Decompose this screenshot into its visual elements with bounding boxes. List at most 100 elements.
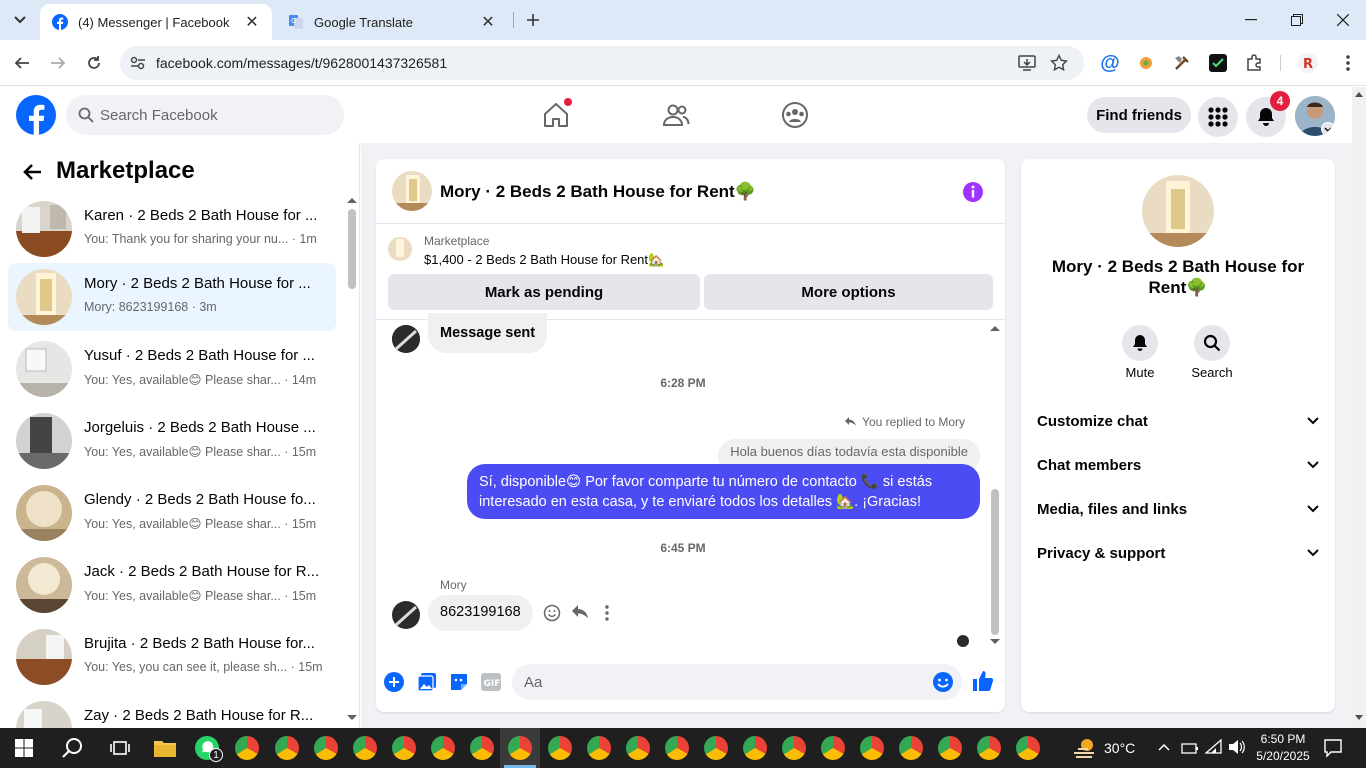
- chat-title[interactable]: Mory · 2 Beds 2 Bath House for Rent🌳: [440, 182, 756, 202]
- menu-grid-button[interactable]: [1198, 97, 1238, 137]
- sender-avatar[interactable]: [392, 601, 420, 629]
- chrome-profile-icon[interactable]: [548, 736, 572, 760]
- chrome-menu-kebab-icon[interactable]: [1332, 47, 1364, 79]
- chrome-profile-icon[interactable]: [626, 736, 650, 760]
- search-facebook-input[interactable]: Search Facebook: [66, 95, 344, 135]
- site-settings-icon[interactable]: [130, 56, 146, 70]
- chrome-profile-icon[interactable]: [977, 736, 1001, 760]
- list-scroll-up-icon[interactable]: [347, 197, 357, 203]
- more-options-button[interactable]: More options: [704, 274, 993, 310]
- restore-window-icon[interactable]: [1274, 0, 1320, 40]
- at-sign-extension-icon[interactable]: @: [1094, 47, 1126, 79]
- close-tab-icon[interactable]: ✕: [480, 12, 496, 32]
- conversation-item[interactable]: Jack · 2 Beds 2 Bath House for R... You:…: [8, 551, 336, 619]
- attach-photo-icon[interactable]: [417, 672, 437, 692]
- conversation-item[interactable]: Jorgeluis · 2 Beds 2 Bath House ... You:…: [8, 407, 336, 475]
- clock[interactable]: 6:50 PM 5/20/2025: [1252, 731, 1314, 765]
- chrome-profile-icon[interactable]: [782, 736, 806, 760]
- conversation-item-selected[interactable]: Mory · 2 Beds 2 Bath House for ... Mory:…: [8, 263, 336, 331]
- install-app-icon[interactable]: [1018, 54, 1036, 72]
- new-tab-plus-icon[interactable]: [510, 0, 556, 40]
- chrome-icon[interactable]: [821, 736, 845, 760]
- groups-nav-icon[interactable]: [777, 97, 813, 133]
- emoji-picker-icon[interactable]: [932, 671, 954, 693]
- checkmark-extension-icon[interactable]: [1202, 47, 1234, 79]
- gif-icon[interactable]: GIF: [480, 672, 502, 692]
- chat-scroll-up-icon[interactable]: [990, 325, 1000, 331]
- tab-google-translate[interactable]: G Google Translate ✕: [276, 4, 508, 40]
- chrome-profile-icon[interactable]: [587, 736, 611, 760]
- chrome-profile-icon[interactable]: [275, 736, 299, 760]
- gear-extension-icon[interactable]: [1130, 47, 1162, 79]
- sender-avatar[interactable]: [392, 325, 420, 353]
- chrome-profile-icon[interactable]: [353, 736, 377, 760]
- profile-avatar-icon[interactable]: R: [1292, 47, 1324, 79]
- media-files-links-section[interactable]: Media, files and links: [1037, 497, 1319, 521]
- weather-icon[interactable]: [1072, 737, 1098, 759]
- chat-members-section[interactable]: Chat members: [1037, 453, 1319, 477]
- page-scrollbar[interactable]: [1352, 87, 1366, 728]
- incoming-message-bubble[interactable]: 8623199168: [428, 595, 533, 631]
- chrome-profile-icon[interactable]: [470, 736, 494, 760]
- chrome-profile-icon[interactable]: [938, 736, 962, 760]
- chat-info-avatar[interactable]: [1142, 175, 1214, 247]
- reply-icon[interactable]: [571, 604, 589, 620]
- chat-avatar[interactable]: [392, 171, 432, 211]
- back-arrow-icon[interactable]: [6, 47, 38, 79]
- chrome-profile-active-icon[interactable]: [508, 736, 532, 760]
- extensions-puzzle-icon[interactable]: [1238, 47, 1270, 79]
- find-friends-button[interactable]: Find friends: [1087, 97, 1191, 133]
- notifications-button[interactable]: 4: [1246, 91, 1290, 137]
- privacy-support-section[interactable]: Privacy & support: [1037, 541, 1319, 565]
- file-explorer-icon[interactable]: [153, 737, 177, 759]
- message-input[interactable]: Aa: [512, 664, 962, 700]
- chrome-profile-icon[interactable]: [314, 736, 338, 760]
- tools-extension-icon[interactable]: [1166, 47, 1198, 79]
- list-scrollbar-thumb[interactable]: [348, 209, 356, 289]
- list-scroll-down-icon[interactable]: [347, 715, 357, 721]
- more-kebab-icon[interactable]: [605, 605, 609, 621]
- conversation-info-icon[interactable]: [962, 181, 984, 203]
- weather-temperature[interactable]: 30°C: [1104, 740, 1135, 756]
- account-chevron-down-icon[interactable]: [1321, 122, 1335, 136]
- tab-search-chevron-icon[interactable]: [0, 0, 40, 40]
- close-window-icon[interactable]: [1320, 0, 1366, 40]
- address-bar[interactable]: facebook.com/messages/t/9628001437326581: [120, 46, 1084, 80]
- chrome-profile-icon[interactable]: [899, 736, 923, 760]
- sticker-icon[interactable]: [449, 672, 469, 692]
- task-view-icon[interactable]: [110, 739, 130, 757]
- thumbs-up-like-icon[interactable]: [972, 670, 994, 692]
- reload-icon[interactable]: [78, 47, 110, 79]
- chat-scrollbar-thumb[interactable]: [991, 489, 999, 635]
- windows-start-icon[interactable]: [15, 739, 33, 757]
- wifi-icon[interactable]: [1205, 739, 1223, 755]
- back-arrow-icon[interactable]: [22, 163, 42, 181]
- minimize-window-icon[interactable]: [1228, 0, 1274, 40]
- more-actions-plus-icon[interactable]: [384, 672, 404, 692]
- show-hidden-icons-chevron-up-icon[interactable]: [1158, 743, 1170, 751]
- notifications-center-icon[interactable]: [1323, 738, 1343, 758]
- listing-title[interactable]: $1,400 - 2 Beds 2 Bath House for Rent🏡: [424, 252, 664, 268]
- chrome-profile-icon[interactable]: [235, 736, 259, 760]
- bookmark-star-icon[interactable]: [1050, 54, 1068, 72]
- conversation-item[interactable]: Yusuf · 2 Beds 2 Bath House for ... You:…: [8, 335, 336, 403]
- conversation-item[interactable]: Glendy · 2 Beds 2 Bath House fo... You: …: [8, 479, 336, 547]
- account-avatar[interactable]: [1295, 96, 1335, 136]
- battery-plug-icon[interactable]: [1181, 740, 1199, 756]
- mute-button[interactable]: [1122, 325, 1158, 361]
- chrome-profile-icon[interactable]: [860, 736, 884, 760]
- close-tab-icon[interactable]: ✕: [244, 12, 260, 32]
- conversation-item[interactable]: Brujita · 2 Beds 2 Bath House for... You…: [8, 623, 336, 691]
- mark-as-pending-button[interactable]: Mark as pending: [388, 274, 700, 310]
- chrome-profile-icon[interactable]: [392, 736, 416, 760]
- home-nav-icon[interactable]: [538, 97, 574, 133]
- chrome-profile-icon[interactable]: [1016, 736, 1040, 760]
- forward-arrow-icon[interactable]: [42, 47, 74, 79]
- chrome-profile-icon[interactable]: [704, 736, 728, 760]
- outgoing-message-bubble[interactable]: Sí, disponible😊 Por favor comparte tu nú…: [467, 464, 980, 519]
- customize-chat-section[interactable]: Customize chat: [1037, 409, 1319, 433]
- volume-icon[interactable]: [1228, 739, 1246, 755]
- search-in-conversation-button[interactable]: [1194, 325, 1230, 361]
- conversation-item[interactable]: Karen · 2 Beds 2 Bath House for ... You:…: [8, 195, 336, 263]
- chrome-profile-icon[interactable]: [431, 736, 455, 760]
